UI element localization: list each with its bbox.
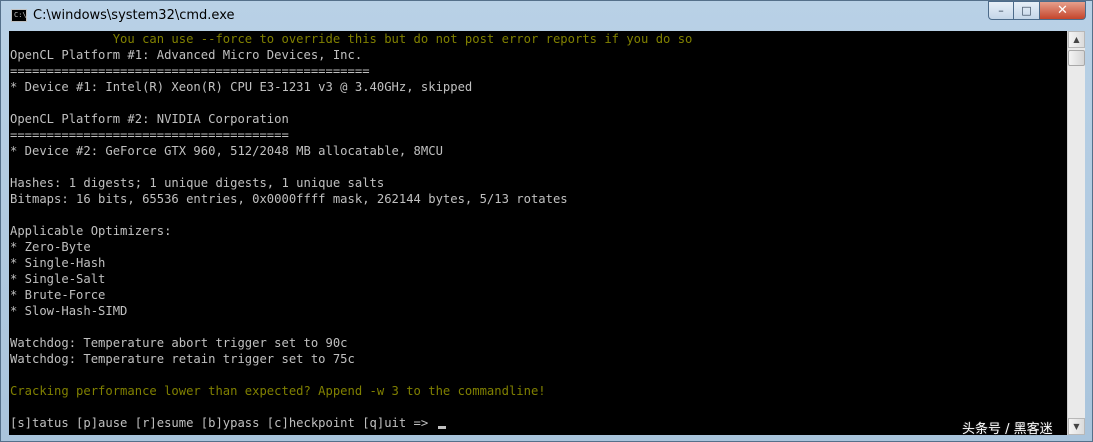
console-line: Cracking performance lower than expected… bbox=[10, 384, 546, 398]
console-line: * Device #2: GeForce GTX 960, 512/2048 M… bbox=[10, 144, 443, 158]
console-line: You can use --force to override this but… bbox=[10, 32, 693, 46]
watermark: 头条号 / 黑客迷 bbox=[962, 422, 1053, 437]
console-line: OpenCL Platform #2: NVIDIA Corporation bbox=[10, 112, 289, 126]
scroll-down-button[interactable]: ▼ bbox=[1068, 418, 1085, 435]
prompt-line: [s]tatus [p]ause [r]esume [b]ypass [c]he… bbox=[10, 415, 1067, 431]
console-line: ========================================… bbox=[10, 64, 370, 78]
cmd-icon[interactable]: C:\ bbox=[11, 9, 27, 22]
console-line: Bitmaps: 16 bits, 65536 entries, 0x0000f… bbox=[10, 192, 568, 206]
close-button[interactable]: ✕ bbox=[1040, 1, 1086, 20]
console-line: OpenCL Platform #1: Advanced Micro Devic… bbox=[10, 48, 363, 62]
console-line: * Brute-Force bbox=[10, 288, 106, 302]
console-line: Applicable Optimizers: bbox=[10, 224, 172, 238]
console-line: * Single-Hash bbox=[10, 256, 106, 270]
chevron-down-icon: ▼ bbox=[1073, 422, 1080, 431]
console-line: * Slow-Hash-SIMD bbox=[10, 304, 128, 318]
console-line: * Zero-Byte bbox=[10, 240, 91, 254]
minimize-icon: – bbox=[998, 4, 1004, 17]
console-line: Hashes: 1 digests; 1 unique digests, 1 u… bbox=[10, 176, 385, 190]
text-cursor bbox=[437, 426, 446, 429]
console-line: Watchdog: Temperature abort trigger set … bbox=[10, 336, 348, 350]
console-lines: You can use --force to override this but… bbox=[9, 31, 1067, 431]
window-title: C:\windows\system32\cmd.exe bbox=[33, 8, 235, 23]
chevron-up-icon: ▲ bbox=[1073, 35, 1080, 44]
scroll-thumb[interactable] bbox=[1068, 50, 1085, 66]
console-line: * Device #1: Intel(R) Xeon(R) CPU E3-123… bbox=[10, 80, 473, 94]
console-line: * Single-Salt bbox=[10, 272, 106, 286]
vertical-scrollbar[interactable]: ▲ ▼ bbox=[1067, 31, 1085, 435]
console-output[interactable]: You can use --force to override this but… bbox=[9, 31, 1067, 435]
console-line: ====================================== bbox=[10, 128, 289, 142]
console-line: Watchdog: Temperature retain trigger set… bbox=[10, 352, 355, 366]
window-controls: – □ ✕ bbox=[988, 1, 1086, 21]
maximize-button[interactable]: □ bbox=[1014, 1, 1040, 20]
cmd-window: C:\ C:\windows\system32\cmd.exe – □ ✕ Yo… bbox=[0, 0, 1093, 442]
minimize-button[interactable]: – bbox=[988, 1, 1014, 20]
maximize-icon: □ bbox=[1021, 4, 1032, 17]
title-bar[interactable]: C:\ C:\windows\system32\cmd.exe – □ ✕ bbox=[1, 1, 1092, 31]
scroll-up-button[interactable]: ▲ bbox=[1068, 31, 1085, 48]
close-icon: ✕ bbox=[1057, 3, 1068, 18]
